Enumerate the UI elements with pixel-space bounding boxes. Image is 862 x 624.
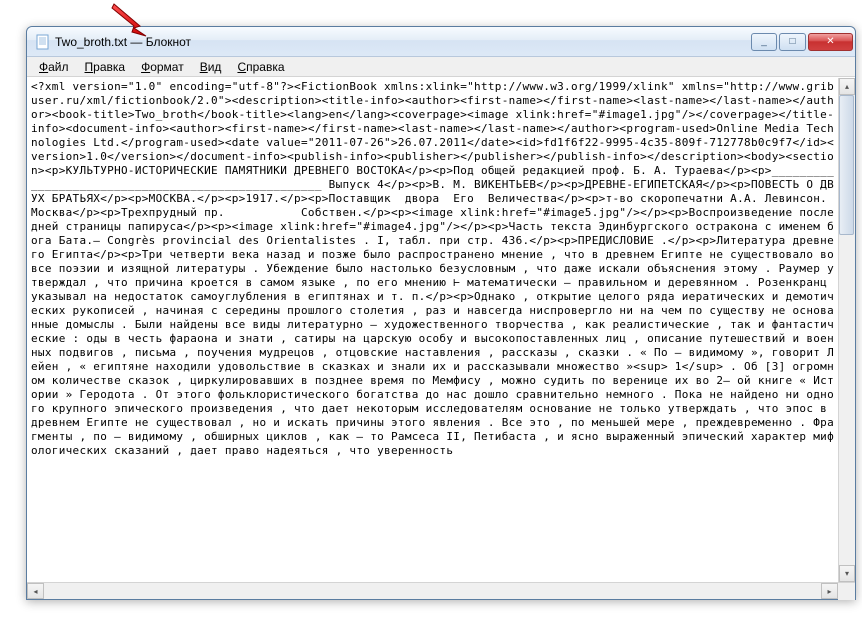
notepad-icon	[35, 34, 51, 50]
scroll-down-button[interactable]: ▾	[839, 565, 855, 582]
scroll-left-button[interactable]: ◂	[27, 583, 44, 599]
scroll-right-button[interactable]: ▸	[821, 583, 838, 599]
scroll-thumb-vertical[interactable]	[839, 95, 854, 235]
window-controls: _ □ ✕	[749, 33, 853, 51]
scroll-track-vertical[interactable]	[839, 95, 855, 565]
menu-file[interactable]: Файл	[31, 58, 77, 76]
window-title: Two_broth.txt — Блокнот	[55, 35, 749, 49]
scroll-track-horizontal[interactable]	[44, 583, 821, 599]
menubar: Файл Правка Формат Вид Справка	[27, 57, 855, 77]
horizontal-scrollbar: ◂ ▸	[27, 582, 855, 599]
minimize-button[interactable]: _	[751, 33, 777, 51]
annotation-arrow	[110, 2, 150, 38]
resize-grip[interactable]	[838, 583, 855, 600]
menu-view[interactable]: Вид	[192, 58, 230, 76]
menu-format[interactable]: Формат	[133, 58, 192, 76]
vertical-scrollbar: ▴ ▾	[838, 78, 855, 582]
scroll-up-button[interactable]: ▴	[839, 78, 855, 95]
content-area: <?xml version="1.0" encoding="utf-8"?><F…	[27, 77, 855, 582]
titlebar[interactable]: Two_broth.txt — Блокнот _ □ ✕	[27, 27, 855, 57]
text-editor[interactable]: <?xml version="1.0" encoding="utf-8"?><F…	[27, 78, 838, 582]
notepad-window: Two_broth.txt — Блокнот _ □ ✕ Файл Правк…	[26, 26, 856, 600]
menu-edit[interactable]: Правка	[77, 58, 134, 76]
menu-help[interactable]: Справка	[229, 58, 292, 76]
close-button[interactable]: ✕	[808, 33, 853, 51]
maximize-button[interactable]: □	[779, 33, 806, 51]
